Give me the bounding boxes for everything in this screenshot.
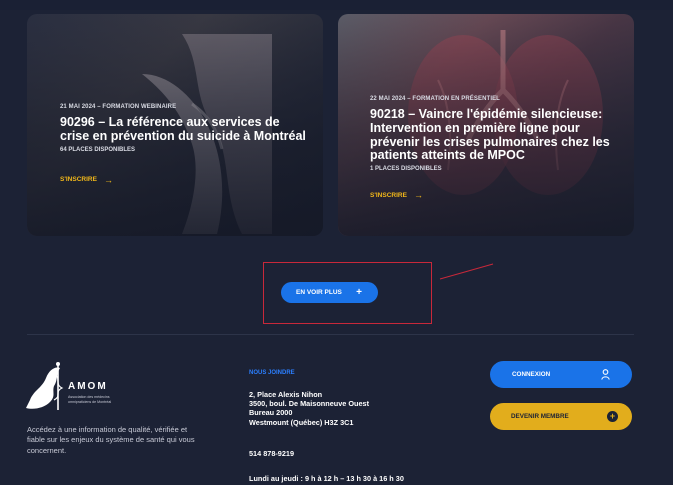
address-line: Westmount (Québec) H3Z 3C1	[249, 417, 354, 427]
become-member-label: DEVENIR MEMBRE	[511, 413, 569, 420]
contact-address: 2, Place Alexis Nihon 3500, boul. De Mai…	[249, 390, 419, 427]
page: 21 MAI 2024 – FORMATION WEBINAIRE 90296 …	[0, 0, 673, 485]
user-icon	[601, 369, 610, 380]
plus-icon: +	[356, 286, 362, 298]
contact-hours: Lundi au jeudi : 9 h à 12 h – 13 h 30 à …	[249, 474, 404, 483]
footer-tagline: Accédez à une information de qualité, vé…	[27, 425, 195, 455]
address-line: Bureau 2000	[249, 408, 293, 418]
address-line: 3500, boul. De Maisonneuve Ouest	[249, 399, 370, 409]
address-line: 2, Place Alexis Nihon	[249, 390, 323, 399]
section-divider	[27, 334, 634, 335]
see-more-label: EN VOIR PLUS	[296, 289, 342, 296]
login-button[interactable]: CONNEXION	[490, 361, 632, 388]
become-member-button[interactable]: DEVENIR MEMBRE +	[490, 403, 632, 430]
logo-name: AMOM	[68, 381, 108, 392]
plus-circle-icon: +	[607, 411, 618, 422]
see-more-button[interactable]: EN VOIR PLUS +	[281, 282, 378, 303]
contact-phone[interactable]: 514 878-9219	[249, 449, 294, 458]
logo-subtitle: Association des médecins omnipraticiens …	[68, 395, 112, 404]
login-label: CONNEXION	[512, 371, 551, 378]
contact-heading: NOUS JOINDRE	[249, 370, 295, 376]
